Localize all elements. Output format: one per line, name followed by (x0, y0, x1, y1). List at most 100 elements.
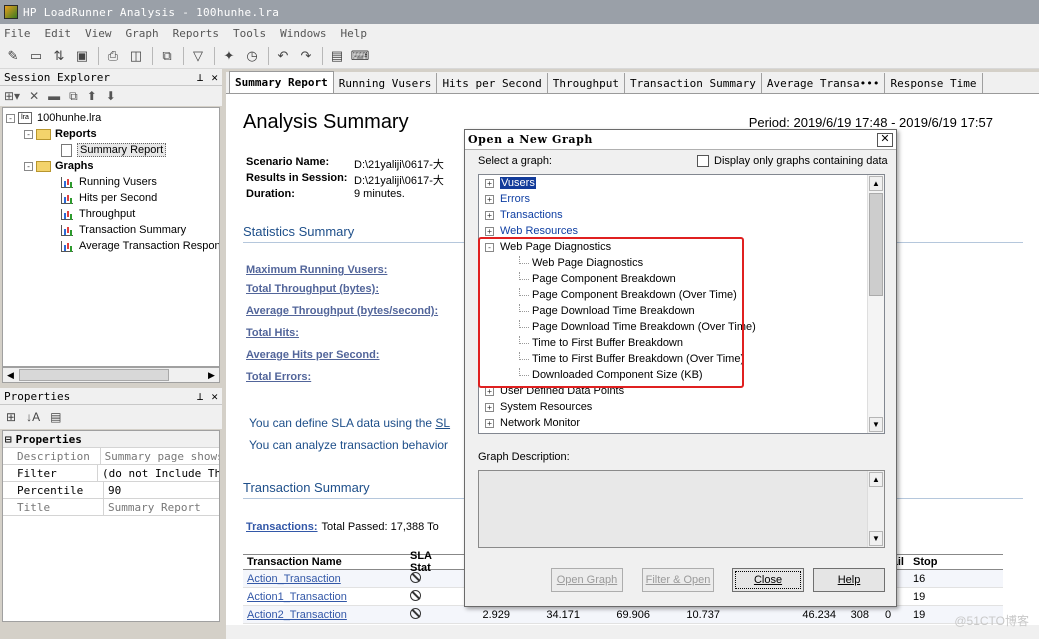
menu-edit[interactable]: Edit (45, 27, 72, 40)
scroll-up-icon[interactable]: ▲ (869, 176, 883, 191)
collapse-icon[interactable]: ⊟ (3, 433, 12, 446)
stat-link[interactable]: Total Hits: (246, 327, 299, 339)
transaction-link[interactable]: Action1_Transaction (247, 591, 347, 603)
property-value[interactable]: (do not Include Thi (98, 467, 219, 480)
tree-graph-item[interactable]: Transaction Summary (61, 222, 186, 238)
graph-tree-item[interactable]: + Web Resources (485, 223, 578, 239)
graph-tree-scrollbar[interactable]: ▲ ▼ (867, 175, 884, 433)
categorized-icon[interactable]: ⊞ (6, 410, 16, 424)
property-pages-icon[interactable]: ▤ (50, 410, 61, 424)
redo-icon[interactable]: ↷ (297, 47, 315, 65)
graph-tree-item[interactable]: Page Download Time Breakdown (519, 303, 695, 319)
tab-response-time[interactable]: Response Time (885, 73, 983, 93)
graph-tree-item[interactable]: + Vusers (485, 175, 536, 191)
graph-tree-item[interactable]: Page Component Breakdown (Over Time) (519, 287, 737, 303)
stat-link[interactable]: Average Hits per Second: (246, 349, 379, 361)
menu-graph[interactable]: Graph (126, 27, 159, 40)
display-only-label[interactable]: Display only graphs containing data (714, 155, 888, 167)
display-only-checkbox[interactable] (697, 155, 709, 167)
filter-open-button[interactable]: Filter & Open (642, 568, 714, 592)
expand-icon[interactable]: + (485, 402, 494, 412)
tree-graph-item[interactable]: Running Vusers (61, 174, 157, 190)
tree-reports-folder[interactable]: - Reports (24, 126, 97, 142)
tree-graph-item[interactable]: Average Transaction Response (61, 238, 219, 254)
graph-tree-item[interactable]: Web Page Diagnostics (519, 255, 643, 271)
graph-tree-item[interactable]: Downloaded Component Size (KB) (519, 367, 703, 383)
collapse-icon[interactable]: - (6, 113, 15, 123)
expand-icon[interactable]: + (485, 194, 494, 204)
graph-tree-item[interactable]: + Network Monitor (485, 415, 580, 431)
graph-tree-item[interactable]: - Web Page Diagnostics (485, 239, 611, 255)
pin-icon[interactable]: ⊥ (197, 71, 204, 84)
delete-icon[interactable]: ✕ (29, 89, 39, 103)
stat-link[interactable]: Total Errors: (246, 371, 311, 383)
collapse-icon[interactable]: - (24, 129, 33, 139)
expand-icon[interactable]: + (485, 210, 494, 220)
stat-link[interactable]: Total Throughput (bytes): (246, 283, 379, 295)
tab-transaction-summary[interactable]: Transaction Summary (625, 73, 762, 93)
graph-tree-item[interactable]: + Transactions (485, 207, 563, 223)
menu-windows[interactable]: Windows (280, 27, 326, 40)
graph-tree-item[interactable]: + User Defined Data Points (485, 383, 624, 399)
scroll-down-icon[interactable]: ▼ (869, 417, 883, 432)
menu-reports[interactable]: Reports (173, 27, 219, 40)
keyboard-icon[interactable]: ⌨ (351, 47, 370, 65)
scroll-right-icon[interactable]: ▶ (204, 368, 219, 382)
close-icon[interactable]: ✕ (211, 390, 218, 403)
open-session-icon[interactable]: ▭ (27, 47, 45, 65)
add-note-icon[interactable]: ▤ (328, 47, 346, 65)
description-scrollbar[interactable]: ▲ ▼ (867, 471, 884, 547)
graph-tree-item[interactable]: Time to First Buffer Breakdown (Over Tim… (519, 351, 744, 367)
tree-graph-item[interactable]: Hits per Second (61, 190, 157, 206)
menu-file[interactable]: File (4, 27, 31, 40)
sla-icon[interactable]: ◷ (243, 47, 261, 65)
tree-graphs-folder[interactable]: - Graphs (24, 158, 94, 174)
expand-icon[interactable]: + (485, 386, 494, 396)
rename-icon[interactable]: ▬ (48, 89, 60, 103)
expand-icon[interactable]: + (485, 178, 494, 188)
property-row[interactable]: Title Summary Report (3, 499, 219, 516)
property-row[interactable]: Filter (do not Include Thi (3, 465, 219, 482)
move-down-icon[interactable]: ⬇ (106, 89, 116, 103)
property-row[interactable]: Percentile 90 (3, 482, 219, 499)
scroll-down-icon[interactable]: ▼ (869, 531, 883, 546)
undo-icon[interactable]: ↶ (274, 47, 292, 65)
transaction-link[interactable]: Action2_Transaction (247, 609, 347, 621)
add-graph-icon[interactable]: ⊞▾ (4, 89, 20, 103)
menu-tools[interactable]: Tools (233, 27, 266, 40)
duplicate-icon[interactable]: ⧉ (69, 89, 78, 104)
scroll-thumb[interactable] (869, 193, 883, 296)
expand-icon[interactable]: + (485, 226, 494, 236)
help-button[interactable]: Help (813, 568, 885, 592)
copy-icon[interactable]: ⧉ (158, 47, 176, 65)
print-icon[interactable]: ⎙ (104, 47, 122, 65)
close-icon[interactable]: ✕ (877, 132, 893, 147)
tree-root[interactable]: - lra 100hunhe.lra (6, 110, 101, 126)
sla-link[interactable]: SL (435, 416, 450, 430)
open-graph-button[interactable]: Open Graph (551, 568, 623, 592)
property-row[interactable]: Description Summary page shows (3, 448, 219, 465)
print-preview-icon[interactable]: ◫ (127, 47, 145, 65)
scroll-left-icon[interactable]: ◀ (3, 368, 18, 382)
tab-hits-per-second[interactable]: Hits per Second (437, 73, 548, 93)
collapse-icon[interactable]: - (485, 242, 494, 252)
move-up-icon[interactable]: ⬆ (87, 89, 97, 103)
expand-icon[interactable]: + (485, 418, 494, 428)
tab-running-vusers[interactable]: Running Vusers (334, 73, 438, 93)
transaction-link[interactable]: Action_Transaction (247, 573, 341, 585)
transactions-link[interactable]: Transactions: (246, 521, 318, 533)
stat-link[interactable]: Maximum Running Vusers: (246, 264, 387, 276)
save-icon[interactable]: ▣ (73, 47, 91, 65)
granularity-icon[interactable]: ✦ (220, 47, 238, 65)
import-icon[interactable]: ⇅ (50, 47, 68, 65)
collapse-icon[interactable]: - (24, 161, 33, 171)
graph-tree-item[interactable]: + System Resources (485, 399, 592, 415)
pin-icon[interactable]: ⊥ (197, 390, 204, 403)
new-session-icon[interactable]: ✎ (4, 47, 22, 65)
tab-summary-report[interactable]: Summary Report (229, 71, 334, 93)
graph-tree-item[interactable]: + Errors (485, 191, 530, 207)
close-button[interactable]: Close (732, 568, 804, 592)
close-icon[interactable]: ✕ (211, 71, 218, 84)
menu-view[interactable]: View (85, 27, 112, 40)
graph-tree-item[interactable]: Page Download Time Breakdown (Over Time) (519, 319, 756, 335)
